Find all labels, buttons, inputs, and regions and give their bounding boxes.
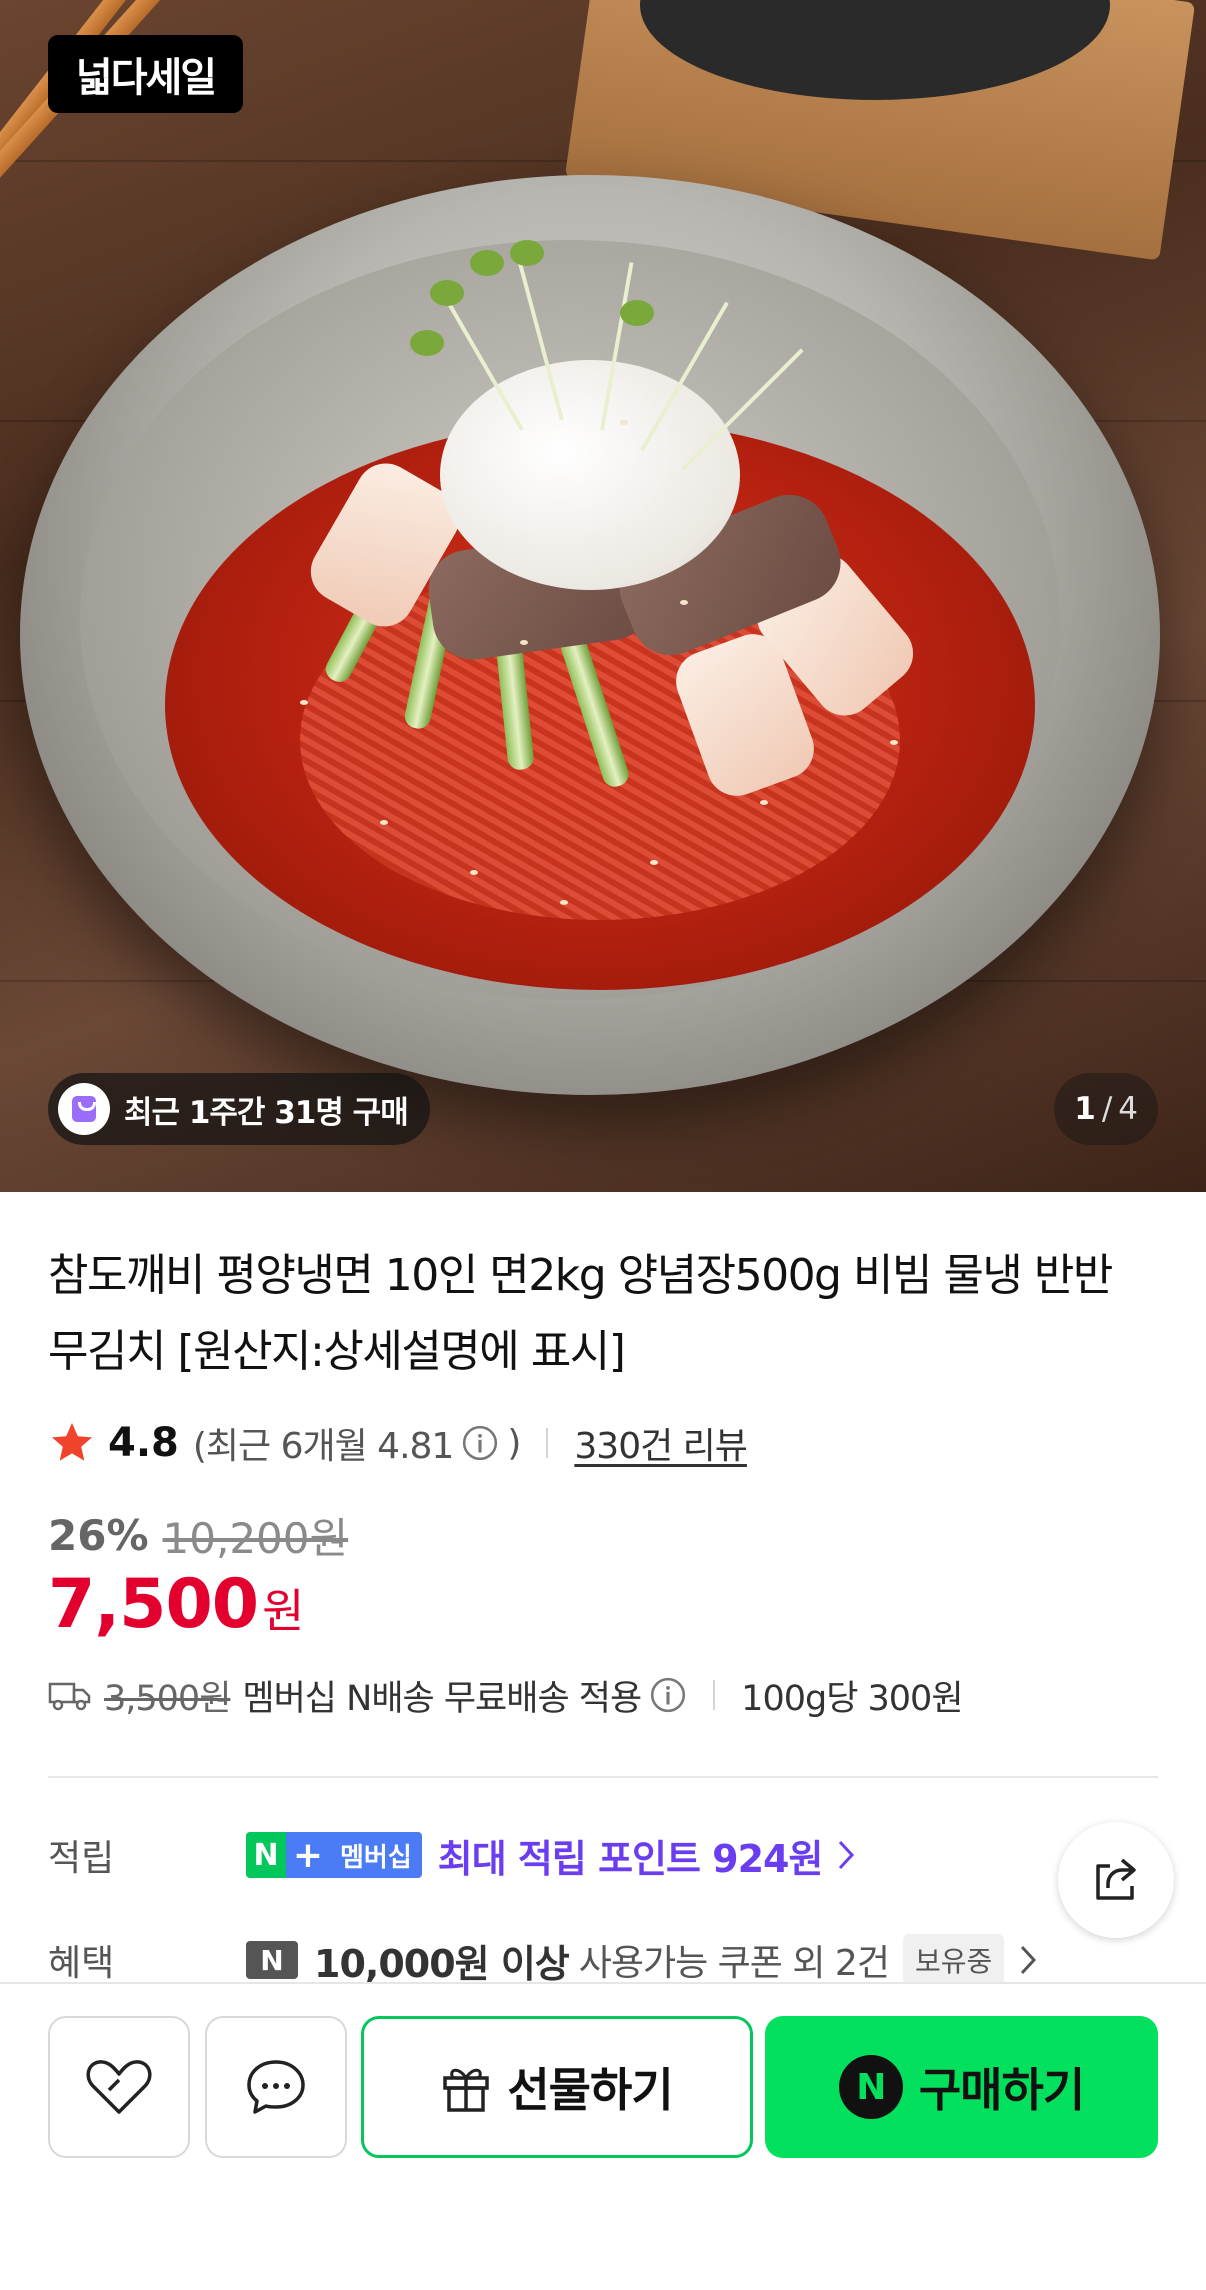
sesame-seed (760, 800, 768, 805)
product-title: 참도깨비 평양냉면 10인 면2kg 양념장500g 비빔 물냉 반반 무김치 … (48, 1250, 1113, 1377)
coupon-row[interactable]: 혜택 N 10,000원 이상 사용가능 쿠폰 외 2건 보유중 (48, 1930, 1038, 1990)
currency-unit: 원 (262, 1584, 305, 1638)
max-points-text[interactable]: 최대 적립 포인트 924원 (438, 1828, 824, 1883)
sprout-leaf (470, 250, 504, 276)
chat-bubble-icon (247, 2060, 305, 2114)
shipping-original-fee: 3,500원 (104, 1678, 231, 1719)
section-divider (48, 1776, 1158, 1778)
info-icon[interactable] (461, 1424, 499, 1462)
discount-row: 26% 10,200원 (48, 1505, 348, 1566)
n-coupon-icon: N (246, 1941, 298, 1979)
boiled-egg (440, 360, 740, 590)
truck-icon (48, 1682, 91, 1711)
naver-n-icon: N (838, 2055, 903, 2119)
shipping-text: 멤버십 N배송 무료배송 적용 (242, 1678, 642, 1719)
star-icon (52, 1423, 92, 1461)
buy-button-label: 구매하기 (918, 2063, 1085, 2117)
buy-button[interactable]: N 구매하기 (765, 2016, 1158, 2158)
recent-rating: (최근 6개월 4.81 ) (192, 1417, 522, 1469)
page-total: 4 (1118, 1091, 1138, 1127)
review-count-link[interactable]: 330건 리뷰 (574, 1417, 748, 1469)
discount-rate: 26% (48, 1511, 149, 1560)
sesame-seed (300, 700, 308, 705)
rating-score: 4.8 (108, 1420, 179, 1466)
product-image-carousel[interactable]: 넓다세일 최근 1주간 31명 구매 1 / 4 (0, 0, 1206, 1192)
recent-purchase-text: 최근 1주간 31명 구매 (124, 1094, 409, 1131)
benefit-label: 혜택 (48, 1943, 115, 1984)
image-page-indicator: 1 / 4 (1054, 1073, 1158, 1145)
sesame-seed (650, 860, 658, 865)
owned-tag: 보유중 (902, 1934, 1005, 1986)
brand-logo: 넓다세일 (48, 35, 243, 113)
recent-rating-text: (최근 6개월 4.81 (192, 1426, 454, 1467)
divider (713, 1680, 716, 1710)
page-current: 1 (1074, 1091, 1096, 1127)
sprout-leaf (410, 330, 444, 356)
sprout-leaf (430, 280, 464, 306)
shopping-bag-icon (58, 1083, 110, 1135)
points-label: 적립 (48, 1838, 115, 1879)
shipping-row: 3,500원 멤버십 N배송 무료배송 적용 100g당 300원 (48, 1665, 964, 1725)
sesame-seed (520, 640, 528, 645)
rating-row: 4.8 (최근 6개월 4.81 ) 330건 리뷰 (48, 1413, 748, 1473)
sesame-seed (620, 420, 628, 425)
chevron-right-icon (839, 1840, 855, 1870)
chat-button[interactable] (205, 2016, 347, 2158)
gift-icon (443, 2068, 490, 2112)
heart-icon (86, 2060, 152, 2114)
coupon-description: 사용가능 쿠폰 외 2건 (578, 1943, 890, 1984)
npay-membership-badge: N + 멤버십 (246, 1832, 422, 1878)
membership-tag: 멤버십 (330, 1832, 422, 1878)
sesame-seed (470, 870, 478, 875)
wishlist-button[interactable] (48, 2016, 190, 2158)
gift-button-label: 선물하기 (507, 2063, 673, 2117)
npay-n-mark: N (246, 1832, 286, 1878)
npay-plus-mark: + (286, 1832, 330, 1878)
sesame-seed (560, 900, 568, 905)
original-price: 10,200원 (162, 1514, 349, 1563)
sprout-leaf (510, 240, 544, 266)
gift-button[interactable]: 선물하기 (361, 2016, 753, 2158)
sesame-seed (380, 820, 388, 825)
page-separator: / (1101, 1091, 1113, 1127)
sale-price-row: 7,500 원 (48, 1565, 304, 1644)
share-button[interactable] (1058, 1822, 1174, 1938)
bottom-action-bar: 선물하기 N 구매하기 (0, 1982, 1206, 2290)
divider (546, 1428, 549, 1458)
chevron-right-icon (1021, 1945, 1037, 1975)
recent-purchase-badge: 최근 1주간 31명 구매 (48, 1073, 430, 1145)
sprout-leaf (620, 300, 654, 326)
coupon-threshold: 10,000원 이상 (314, 1941, 570, 1986)
sesame-seed (890, 740, 898, 745)
unit-price: 100g당 300원 (741, 1678, 963, 1719)
recent-rating-close: ) (507, 1422, 521, 1464)
points-row[interactable]: 적립 N + 멤버십 최대 적립 포인트 924원 (48, 1825, 856, 1885)
info-icon[interactable] (649, 1676, 687, 1714)
sesame-seed (680, 600, 688, 605)
share-icon (1096, 1858, 1136, 1900)
sale-price: 7,500 (48, 1565, 259, 1644)
